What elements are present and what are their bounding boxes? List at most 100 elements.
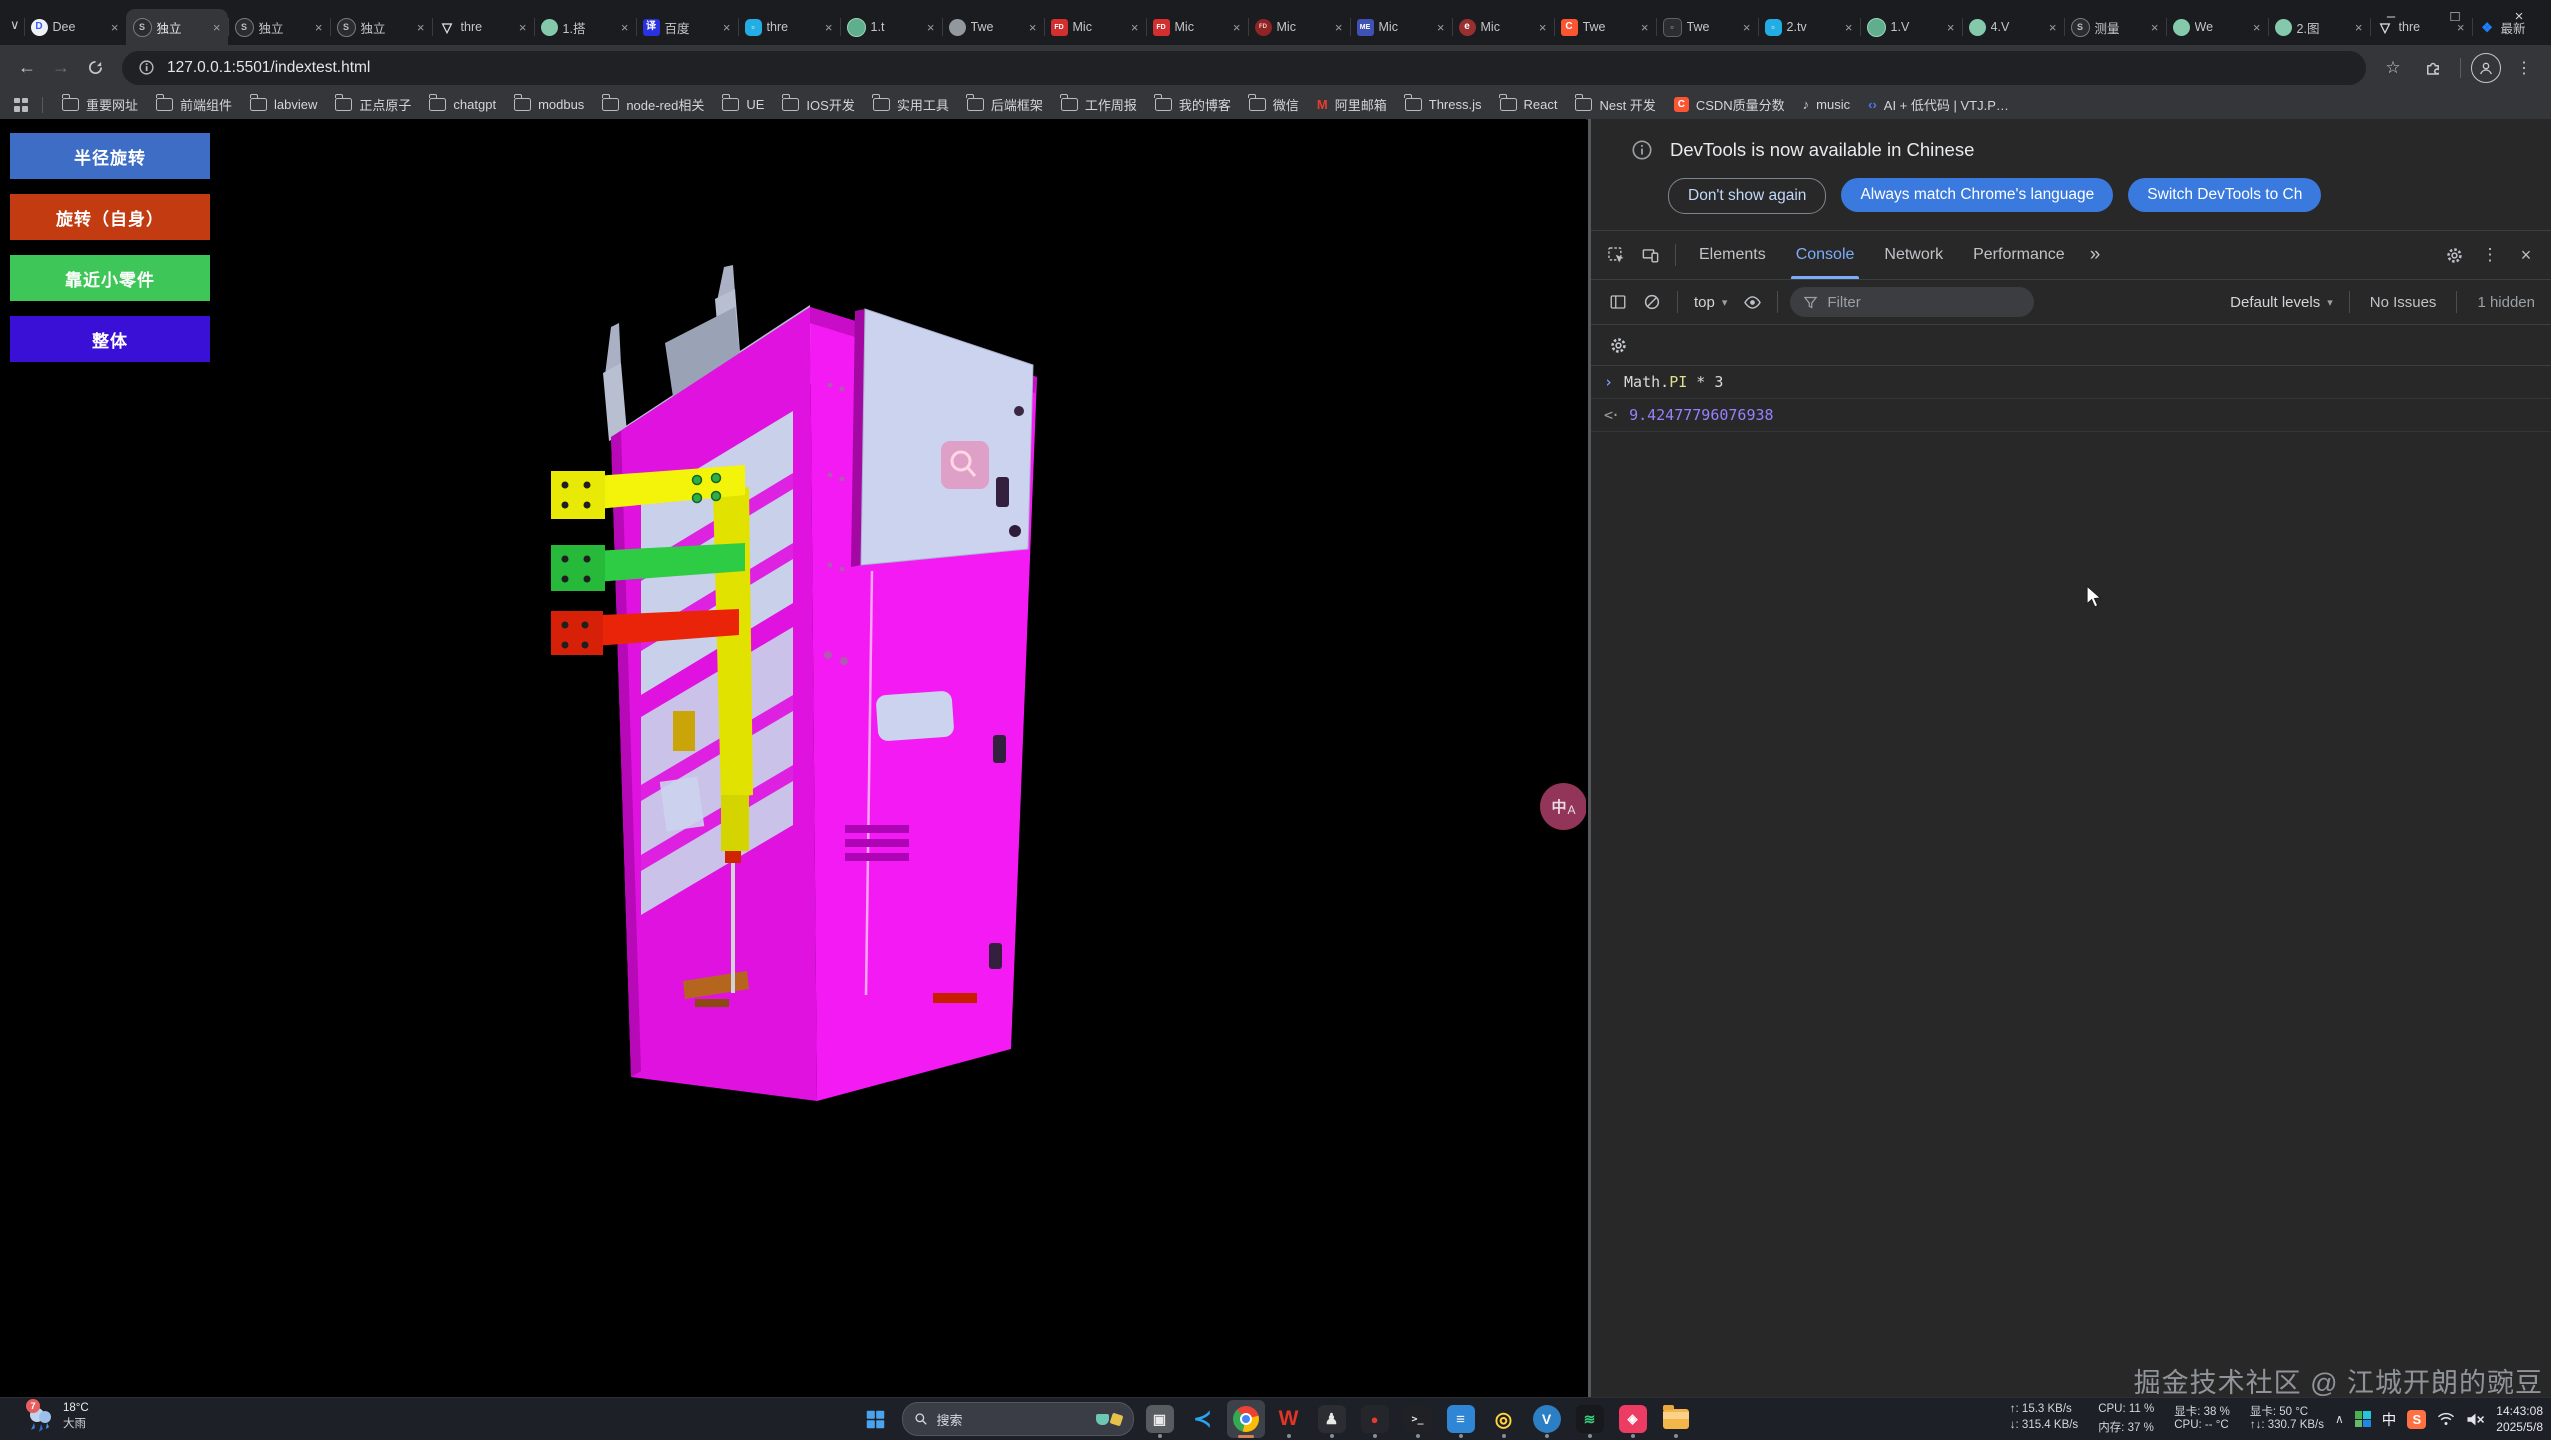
taskbar-app-snipping-tool[interactable]: ▣ [1141, 1400, 1179, 1438]
tab-close-icon[interactable]: × [1029, 20, 1037, 35]
tab-close-icon[interactable]: × [111, 20, 119, 35]
extensions-icon[interactable] [2416, 51, 2450, 85]
taskbar-app-notes-app[interactable]: ≡ [1442, 1400, 1480, 1438]
browser-tab[interactable]: S测量× [2064, 9, 2166, 45]
bookmark-item[interactable]: M阿里邮箱 [1308, 93, 1396, 117]
bookmark-item[interactable]: 重要网址 [53, 93, 147, 117]
console-settings-gear-icon[interactable] [1601, 329, 1635, 361]
site-info-icon[interactable] [138, 59, 155, 76]
devtools-tab-elements[interactable]: Elements [1684, 231, 1781, 279]
browser-tab[interactable]: MEMic× [1350, 9, 1452, 45]
browser-menu-button[interactable]: ⋮ [2507, 51, 2541, 85]
ime-indicator[interactable]: 中 [2382, 1409, 2397, 1430]
tab-close-icon[interactable]: × [519, 20, 527, 35]
devtools-settings-icon[interactable] [2437, 239, 2471, 271]
taskbar-app-chrome[interactable] [1227, 1400, 1265, 1438]
console-filter-input[interactable]: Filter [1790, 287, 2034, 317]
window-close-button[interactable]: × [2487, 0, 2551, 34]
bookmark-item[interactable]: 正点原子 [326, 93, 420, 117]
tab-close-icon[interactable]: × [417, 20, 425, 35]
tab-close-icon[interactable]: × [1131, 20, 1139, 35]
tab-close-icon[interactable]: × [1437, 20, 1445, 35]
reload-button[interactable] [78, 51, 112, 85]
browser-tab[interactable]: Twe× [942, 9, 1044, 45]
taskbar-app-wps-office[interactable]: W [1270, 1400, 1308, 1438]
browser-tab[interactable]: 1.搭× [534, 9, 636, 45]
volume-muted-icon[interactable] [2466, 1411, 2485, 1428]
tab-close-icon[interactable]: × [621, 20, 629, 35]
devtools-close-icon[interactable]: × [2509, 239, 2543, 271]
taskbar-app-pink-app[interactable]: ◈ [1614, 1400, 1652, 1438]
tab-close-icon[interactable]: × [213, 20, 221, 35]
log-levels-selector[interactable]: Default levels▾ [2222, 294, 2341, 311]
tab-close-icon[interactable]: × [1743, 20, 1751, 35]
bookmark-item[interactable]: 后端框架 [958, 93, 1052, 117]
browser-tab[interactable]: 4.V× [1962, 9, 2064, 45]
bookmark-item[interactable]: UE [713, 93, 773, 117]
bookmark-item[interactable]: ♪music [1794, 93, 1859, 117]
browser-tab[interactable]: CTwe× [1554, 9, 1656, 45]
tab-close-icon[interactable]: × [1845, 20, 1853, 35]
tab-close-icon[interactable]: × [927, 20, 935, 35]
browser-tab[interactable]: 1.t× [840, 9, 942, 45]
devtools-tab-network[interactable]: Network [1869, 231, 1958, 279]
switch-devtools-chinese-button[interactable]: Switch DevTools to Ch [2128, 178, 2321, 212]
model-control-button[interactable]: 半径旋转 [10, 133, 210, 179]
devtools-tab-console[interactable]: Console [1781, 231, 1870, 279]
console-sidebar-icon[interactable] [1601, 286, 1635, 318]
browser-tab[interactable]: ▫2.tv× [1758, 9, 1860, 45]
bookmark-item[interactable]: Nest 开发 [1566, 93, 1664, 117]
window-maximize-button[interactable]: □ [2423, 0, 2487, 34]
webgl-canvas[interactable]: 半径旋转旋转（自身）靠近小零件整体 [0, 119, 1586, 1398]
taskbar-app-music-app[interactable]: ≋ [1571, 1400, 1609, 1438]
bookmark-item[interactable]: 工作周报 [1052, 93, 1146, 117]
tab-search-button[interactable]: ∨ [10, 11, 20, 39]
tab-close-icon[interactable]: × [723, 20, 731, 35]
start-menu-button[interactable] [857, 1400, 895, 1438]
tab-close-icon[interactable]: × [315, 20, 323, 35]
live-expression-eye-icon[interactable] [1735, 286, 1769, 318]
model-control-button[interactable]: 旋转（自身） [10, 194, 210, 240]
taskbar-app-screen-recorder[interactable]: ● [1356, 1400, 1394, 1438]
tab-close-icon[interactable]: × [1539, 20, 1547, 35]
apps-grid-icon[interactable] [14, 98, 28, 112]
always-match-language-button[interactable]: Always match Chrome's language [1841, 178, 2113, 212]
bookmark-item[interactable]: CCSDN质量分数 [1665, 93, 1794, 117]
browser-tab[interactable]: 2.图× [2268, 9, 2370, 45]
bookmark-item[interactable]: Thress.js [1396, 93, 1491, 117]
browser-tab[interactable]: FDMic× [1248, 9, 1350, 45]
tab-close-icon[interactable]: × [2049, 20, 2057, 35]
bookmark-item[interactable]: IOS开发 [773, 93, 863, 117]
bookmark-item[interactable]: 微信 [1240, 93, 1308, 117]
bookmark-item[interactable]: node-red相关 [593, 93, 713, 117]
taskbar-app-wangwang[interactable]: ◎ [1485, 1400, 1523, 1438]
tab-close-icon[interactable]: × [2253, 20, 2261, 35]
taskbar-clock[interactable]: 14:43:08 2025/5/8 [2496, 1403, 2543, 1435]
profile-avatar[interactable] [2471, 53, 2501, 83]
tab-close-icon[interactable]: × [1335, 20, 1343, 35]
console-input-echo[interactable]: › Math.PI * 3 [1591, 366, 2551, 399]
taskbar-app-terminal[interactable]: >_ [1399, 1400, 1437, 1438]
more-tabs-button[interactable]: » [2080, 244, 2111, 266]
taskbar-app-vscode[interactable]: ≺ [1184, 1400, 1222, 1438]
tab-close-icon[interactable]: × [2151, 20, 2159, 35]
bookmark-item[interactable]: React [1491, 93, 1567, 117]
tray-color-grid-icon[interactable] [2355, 1411, 2371, 1427]
model-control-button[interactable]: 整体 [10, 316, 210, 362]
tab-close-icon[interactable]: × [1233, 20, 1241, 35]
browser-tab[interactable]: S独立× [330, 9, 432, 45]
browser-tab[interactable]: 译百度× [636, 9, 738, 45]
browser-tab[interactable]: ▽thre× [432, 9, 534, 45]
tab-close-icon[interactable]: × [825, 20, 833, 35]
back-button[interactable]: ← [10, 51, 44, 85]
clear-console-icon[interactable] [1635, 286, 1669, 318]
devtools-tab-performance[interactable]: Performance [1958, 231, 2080, 279]
forward-button[interactable]: → [44, 51, 78, 85]
wifi-icon[interactable] [2437, 1411, 2455, 1427]
translate-fab[interactable]: 中 A [1540, 783, 1586, 830]
browser-tab[interactable]: DDee× [24, 9, 126, 45]
bookmark-item[interactable]: 实用工具 [864, 93, 958, 117]
bookmark-item[interactable]: 前端组件 [147, 93, 241, 117]
bookmark-item[interactable]: chatgpt [420, 93, 505, 117]
dont-show-again-button[interactable]: Don't show again [1668, 178, 1826, 214]
